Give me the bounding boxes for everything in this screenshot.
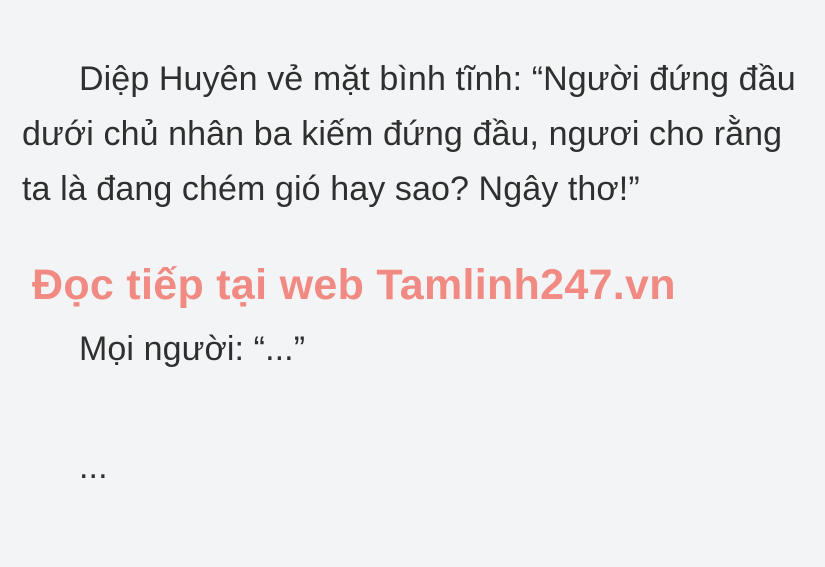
reader-page: Diệp Huyên vẻ mặt bình tĩnh: “Người đứng… [0, 0, 825, 567]
story-paragraph-1: Diệp Huyên vẻ mặt bình tĩnh: “Người đứng… [22, 60, 796, 208]
story-paragraph-3: ... [79, 448, 108, 486]
story-paragraph-2: Mọi người: “...” [79, 330, 306, 368]
watermark-text: Đọc tiếp tại web Tamlinh247.vn [32, 261, 676, 309]
